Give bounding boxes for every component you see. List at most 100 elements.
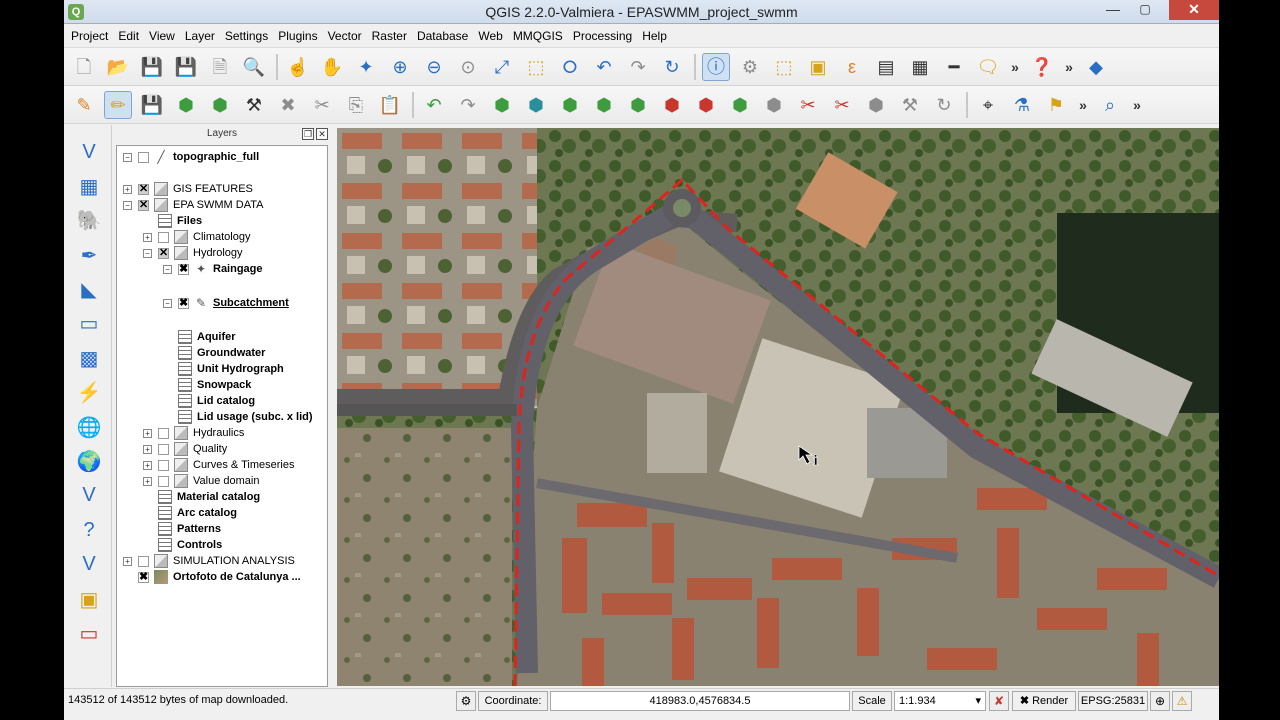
layer-visibility-checkbox[interactable]: ✖ <box>178 297 189 309</box>
field-calculator-icon[interactable]: ▦ <box>906 53 934 81</box>
menu-web[interactable]: Web <box>473 24 507 48</box>
move-label-icon[interactable]: ⚗ <box>1008 91 1036 119</box>
redo-icon[interactable]: ↷ <box>454 91 482 119</box>
paste-features-icon[interactable]: 📋 <box>376 91 404 119</box>
close-panel-button[interactable]: ✕ <box>316 128 328 140</box>
zoom-last-icon[interactable]: ↶ <box>590 53 618 81</box>
layer-visibility-checkbox[interactable]: ✖ <box>178 263 189 275</box>
scale-combobox[interactable]: 1:1.934 ▾ <box>894 691 986 711</box>
delete-ring-icon[interactable]: ⬢ <box>658 91 686 119</box>
menu-layer[interactable]: Layer <box>180 24 220 48</box>
offset-curve-icon[interactable]: ⬢ <box>760 91 788 119</box>
menu-database[interactable]: Database <box>412 24 473 48</box>
menu-processing[interactable]: Processing <box>568 24 637 48</box>
layer-tree-item[interactable]: Controls <box>143 537 222 553</box>
menu-project[interactable]: Project <box>66 24 113 48</box>
node-tool-icon[interactable]: ⚒ <box>240 91 268 119</box>
layer-tree-item[interactable]: − ✕ EPA SWMM DATA <box>123 197 263 213</box>
delete-selected-icon[interactable]: ✖ <box>274 91 302 119</box>
add-ring-icon[interactable]: ⬢ <box>556 91 584 119</box>
layer-tree-item[interactable]: + Curves & Timeseries <box>143 457 294 473</box>
zoom-full-icon[interactable]: ⤢ <box>488 53 516 81</box>
expand-icon[interactable]: + <box>143 460 152 470</box>
save-project-icon[interactable]: 💾 <box>138 53 166 81</box>
menu-edit[interactable]: Edit <box>113 24 144 48</box>
touch-zoom-icon[interactable]: ☝ <box>284 53 312 81</box>
zoom-out-icon[interactable]: ⊖ <box>420 53 448 81</box>
menu-view[interactable]: View <box>144 24 180 48</box>
pan-map-icon[interactable]: ✋ <box>318 53 346 81</box>
layer-tree-item[interactable]: Groundwater <box>163 345 265 361</box>
expand-icon[interactable]: + <box>143 232 152 242</box>
zoom-to-layer-icon[interactable]: ⭘ <box>556 53 584 81</box>
menu-help[interactable]: Help <box>637 24 672 48</box>
layer-tree-item[interactable]: + SIMULATION ANALYSIS <box>123 553 295 569</box>
toolbar-overflow-icon[interactable]: » <box>1008 53 1022 81</box>
split-features-icon[interactable]: ✂ <box>794 91 822 119</box>
layer-tree-item[interactable]: Lid catalog <box>163 393 255 409</box>
composer-manager-icon[interactable]: 🔍 <box>240 53 268 81</box>
copy-features-icon[interactable]: ⎘ <box>342 91 370 119</box>
layer-tree-item[interactable]: + Quality <box>143 441 227 457</box>
menu-plugins[interactable]: Plugins <box>273 24 322 48</box>
add-wfs-layer-icon[interactable]: 🌐 <box>72 412 106 442</box>
cut-features-icon[interactable]: ✂ <box>308 91 336 119</box>
layer-visibility-checkbox[interactable]: ✕ <box>158 247 169 259</box>
layer-tree-item[interactable]: Unit Hydrograph <box>163 361 284 377</box>
open-attribute-table-icon[interactable]: ▤ <box>872 53 900 81</box>
layer-tree-item[interactable]: Patterns <box>143 521 221 537</box>
layer-visibility-checkbox[interactable] <box>138 151 149 163</box>
render-toggle[interactable]: ✖ Render <box>1012 691 1076 711</box>
layer-visibility-checkbox[interactable] <box>158 427 169 439</box>
measure-line-icon[interactable]: ━ <box>940 53 968 81</box>
layer-tree-item[interactable]: ✖ Ortofoto de Catalunya ... <box>123 569 301 585</box>
layer-tree-item[interactable]: − ✖ ✦ Raingage <box>163 261 263 277</box>
menu-vector[interactable]: Vector <box>323 24 367 48</box>
new-print-composer-icon[interactable]: 🗎 <box>206 53 234 81</box>
crs-globe-icon[interactable]: ⊕ <box>1150 691 1170 711</box>
undo-icon[interactable]: ↶ <box>420 91 448 119</box>
maximize-button[interactable]: ▢ <box>1131 0 1159 20</box>
add-mssql-layer-icon[interactable]: ◣ <box>72 275 106 305</box>
layer-visibility-checkbox[interactable] <box>158 475 169 487</box>
new-shapefile-layer-icon[interactable]: V <box>72 550 106 580</box>
menu-raster[interactable]: Raster <box>367 24 412 48</box>
layer-tree-item[interactable]: Lid usage (subc. x lid) <box>163 409 313 425</box>
map-canvas[interactable]: i <box>337 128 1219 686</box>
add-sql-layer-icon[interactable]: ? <box>72 515 106 545</box>
layer-visibility-checkbox[interactable] <box>158 231 169 243</box>
plugin-search-icon[interactable]: ⌕ <box>1096 91 1124 119</box>
expand-icon[interactable]: + <box>143 444 152 454</box>
toolbar-overflow-icon[interactable]: » <box>1062 53 1076 81</box>
map-tips-icon[interactable]: 🗨 <box>974 53 1002 81</box>
pan-to-selection-icon[interactable]: ✦ <box>352 53 380 81</box>
add-vector-layer-icon[interactable]: V <box>72 137 106 167</box>
minimize-button[interactable]: — <box>1099 0 1127 20</box>
simplify-feature-icon[interactable]: ⬢ <box>522 91 550 119</box>
add-virtual-layer-icon[interactable]: ▣ <box>72 584 106 614</box>
collapse-icon[interactable]: − <box>163 264 172 274</box>
add-wcs-layer-icon[interactable]: ⚡ <box>72 378 106 408</box>
layer-tree-item[interactable]: − ✖ ✎ Subcatchment <box>163 295 289 311</box>
add-wms-layer-icon[interactable]: ▩ <box>72 343 106 373</box>
toolbar-overflow-icon[interactable]: » <box>1076 91 1090 119</box>
add-oracle-layer-icon[interactable]: ▭ <box>72 309 106 339</box>
run-feature-action-icon[interactable]: ⚙ <box>736 53 764 81</box>
add-spatialite-layer-icon[interactable]: ✒ <box>72 240 106 270</box>
close-button[interactable]: ✕ <box>1169 0 1219 20</box>
add-postgis-layer-icon[interactable]: 🐘 <box>72 206 106 236</box>
layer-tree-item[interactable]: + Hydraulics <box>143 425 244 441</box>
coordinate-field[interactable]: 418983.0,4576834.5 <box>550 691 850 711</box>
layer-tree-item[interactable]: + Climatology <box>143 229 250 245</box>
expand-icon[interactable]: + <box>143 476 152 486</box>
refresh-icon[interactable]: ↻ <box>658 53 686 81</box>
menu-settings[interactable]: Settings <box>220 24 273 48</box>
rotate-point-symbols-icon[interactable]: ↻ <box>930 91 958 119</box>
open-project-icon[interactable]: 📂 <box>104 53 132 81</box>
fill-ring-icon[interactable]: ⬢ <box>624 91 652 119</box>
add-raster-layer-icon[interactable]: ▦ <box>72 171 106 201</box>
stop-render-icon[interactable]: ✘ <box>989 691 1009 711</box>
deselect-all-icon[interactable]: ▣ <box>804 53 832 81</box>
zoom-in-icon[interactable]: ⊕ <box>386 53 414 81</box>
expand-icon[interactable]: + <box>123 184 132 194</box>
